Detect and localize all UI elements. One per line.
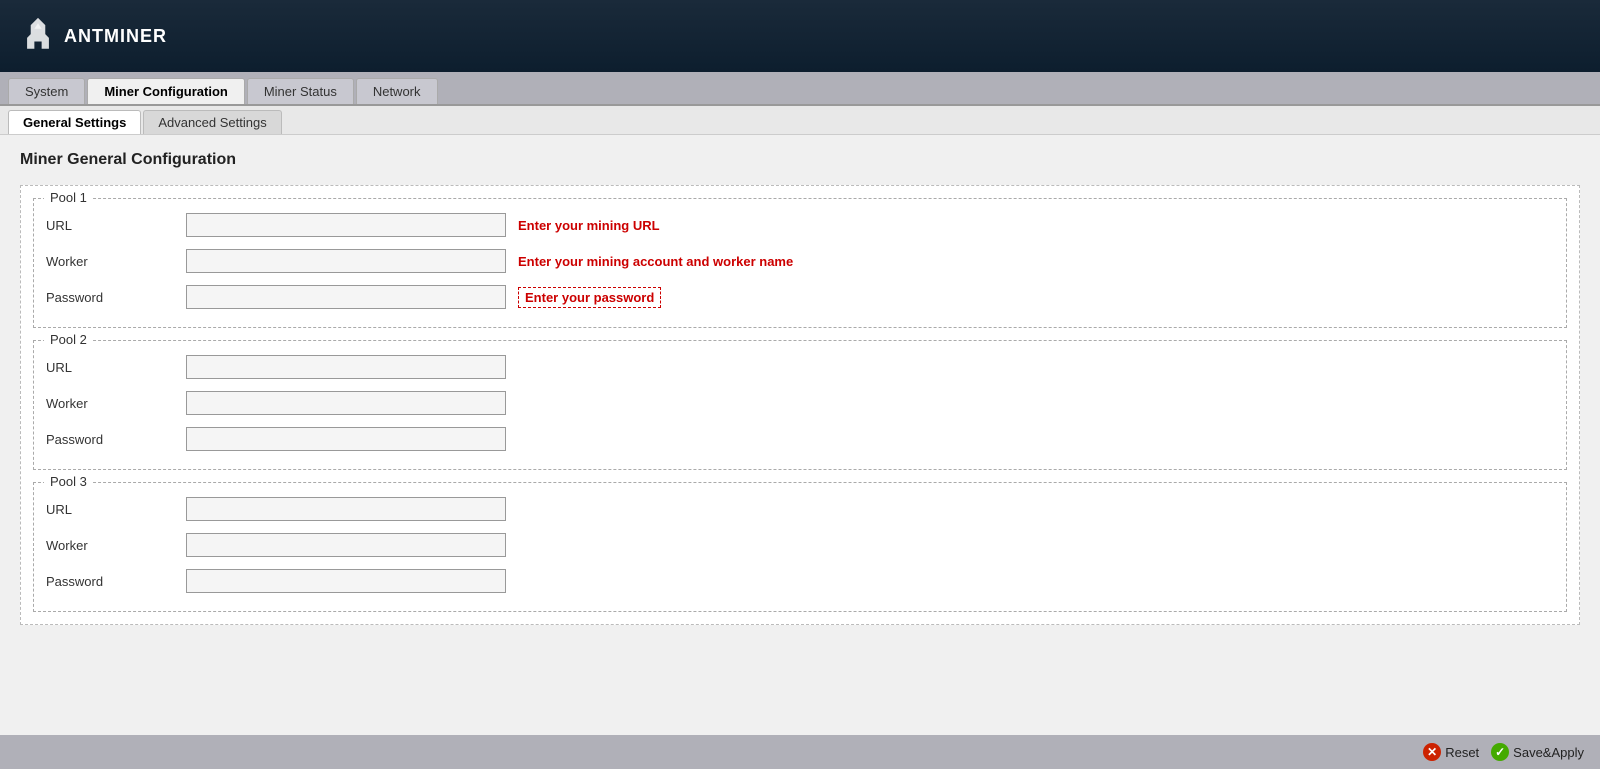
pool-2-legend: Pool 2 <box>44 332 93 347</box>
pool-1-worker-hint: Enter your mining account and worker nam… <box>518 254 793 269</box>
pool-1-url-hint: Enter your mining URL <box>518 218 660 233</box>
pool-2-password-label: Password <box>46 432 186 447</box>
tab-system[interactable]: System <box>8 78 85 104</box>
brand-miner: MINER <box>104 26 167 47</box>
pool-3-password-row: Password <box>46 563 1554 599</box>
pool-3-url-label: URL <box>46 502 186 517</box>
pool-2-url-label: URL <box>46 360 186 375</box>
pool-1-group: Pool 1 URL Enter your mining URL Worker … <box>33 198 1567 328</box>
save-apply-label: Save&Apply <box>1513 745 1584 760</box>
pools-container: Pool 1 URL Enter your mining URL Worker … <box>20 185 1580 625</box>
sub-nav-bar: General Settings Advanced Settings <box>0 106 1600 135</box>
tab-miner-configuration[interactable]: Miner Configuration <box>87 78 245 104</box>
pool-3-worker-label: Worker <box>46 538 186 553</box>
pool-1-url-label: URL <box>46 218 186 233</box>
save-apply-button[interactable]: ✓ Save&Apply <box>1491 743 1584 761</box>
pool-3-password-input[interactable] <box>186 569 506 593</box>
pool-3-legend: Pool 3 <box>44 474 93 489</box>
antminer-logo-icon <box>20 16 56 56</box>
footer-bar: ✕ Reset ✓ Save&Apply <box>0 735 1600 769</box>
pool-1-password-row: Password Enter your password <box>46 279 1554 315</box>
pool-3-worker-row: Worker <box>46 527 1554 563</box>
pool-2-group: Pool 2 URL Worker Password <box>33 340 1567 470</box>
reset-icon: ✕ <box>1423 743 1441 761</box>
pool-2-worker-row: Worker <box>46 385 1554 421</box>
pool-3-group: Pool 3 URL Worker Password <box>33 482 1567 612</box>
main-content: Miner General Configuration Pool 1 URL E… <box>0 135 1600 735</box>
save-icon: ✓ <box>1491 743 1509 761</box>
pool-2-worker-input[interactable] <box>186 391 506 415</box>
reset-button[interactable]: ✕ Reset <box>1423 743 1479 761</box>
pool-1-password-hint: Enter your password <box>518 287 661 308</box>
tab-miner-status[interactable]: Miner Status <box>247 78 354 104</box>
pool-1-password-input[interactable] <box>186 285 506 309</box>
reset-label: Reset <box>1445 745 1479 760</box>
pool-3-url-row: URL <box>46 491 1554 527</box>
pool-2-password-row: Password <box>46 421 1554 457</box>
pool-1-password-label: Password <box>46 290 186 305</box>
pool-3-worker-input[interactable] <box>186 533 506 557</box>
tab-network[interactable]: Network <box>356 78 438 104</box>
pool-1-url-row: URL Enter your mining URL <box>46 207 1554 243</box>
pool-2-worker-label: Worker <box>46 396 186 411</box>
pool-1-worker-input[interactable] <box>186 249 506 273</box>
pool-1-legend: Pool 1 <box>44 190 93 205</box>
pool-1-worker-label: Worker <box>46 254 186 269</box>
sub-tab-general-settings[interactable]: General Settings <box>8 110 141 134</box>
sub-tab-advanced-settings[interactable]: Advanced Settings <box>143 110 281 134</box>
pool-2-url-row: URL <box>46 349 1554 385</box>
pool-1-worker-row: Worker Enter your mining account and wor… <box>46 243 1554 279</box>
pool-3-url-input[interactable] <box>186 497 506 521</box>
pool-2-password-input[interactable] <box>186 427 506 451</box>
pool-3-password-label: Password <box>46 574 186 589</box>
page-title: Miner General Configuration <box>20 151 1580 169</box>
header: ANTMINER <box>0 0 1600 72</box>
pool-1-url-input[interactable] <box>186 213 506 237</box>
pool-2-url-input[interactable] <box>186 355 506 379</box>
logo: ANTMINER <box>20 16 167 56</box>
nav-bar: System Miner Configuration Miner Status … <box>0 72 1600 106</box>
brand-ant: ANT <box>64 26 104 47</box>
